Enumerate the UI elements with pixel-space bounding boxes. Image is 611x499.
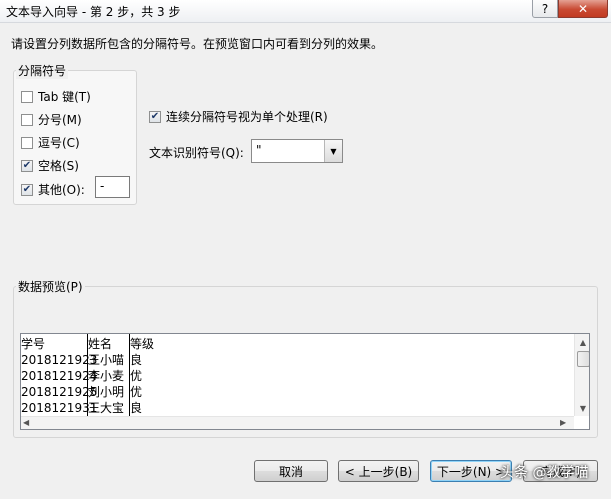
other-delimiter-label: 其他(O): xyxy=(38,183,85,197)
preview-column: 姓名 王小喵 李小麦 刘小明 王大宝 xyxy=(88,336,124,416)
scroll-right-arrow-icon[interactable]: ▶ xyxy=(560,418,566,427)
preview-cell: 良 xyxy=(130,353,143,367)
consecutive-delimiters-label: 连续分隔符号视为单个处理(R) xyxy=(166,110,328,124)
scroll-left-arrow-icon[interactable]: ◀ xyxy=(23,418,29,427)
help-button[interactable]: ? xyxy=(532,0,558,18)
preview-cell: 王小喵 xyxy=(88,353,125,367)
preview-header-cell: 等级 xyxy=(130,337,155,351)
preview-column: 学号 2018121923 2018121924 2018121925 2018… xyxy=(21,336,97,416)
text-qualifier-value: " xyxy=(256,143,262,157)
preview-group-legend: 数据预览(P) xyxy=(16,278,85,295)
back-button[interactable]: < 上一步(B) xyxy=(338,460,419,482)
text-qualifier-select[interactable]: " ▼ xyxy=(251,139,343,163)
delimiter-group-legend: 分隔符号 xyxy=(16,62,69,79)
close-button[interactable]: ✕ xyxy=(558,0,608,18)
semicolon-delimiter-option[interactable]: 分号(M) xyxy=(21,111,82,128)
text-qualifier-label: 文本识别符号(Q): xyxy=(149,146,244,160)
other-delimiter-checkbox[interactable]: ✔ xyxy=(21,183,33,196)
title-bar: 文本导入向导 - 第 2 步，共 3 步 xyxy=(0,0,611,23)
data-preview[interactable]: 学号 2018121923 2018121924 2018121925 2018… xyxy=(20,333,590,430)
preview-column: 等级 良 优 优 良 xyxy=(130,336,154,416)
preview-cell: 良 xyxy=(130,401,143,415)
horizontal-scrollbar[interactable]: ◀ ▶ xyxy=(21,416,574,429)
preview-cell: 优 xyxy=(130,369,143,383)
preview-header-cell: 学号 xyxy=(21,337,46,351)
tab-delimiter-option[interactable]: Tab 键(T) xyxy=(21,88,91,105)
window-title: 文本导入向导 - 第 2 步，共 3 步 xyxy=(6,5,181,19)
preview-header-cell: 姓名 xyxy=(88,337,113,351)
semicolon-delimiter-checkbox[interactable] xyxy=(21,113,33,126)
comma-delimiter-checkbox[interactable] xyxy=(21,136,33,149)
semicolon-delimiter-label: 分号(M) xyxy=(38,113,82,127)
space-delimiter-option[interactable]: ✔ 空格(S) xyxy=(21,157,79,174)
consecutive-delimiters-option[interactable]: ✔ 连续分隔符号视为单个处理(R) xyxy=(149,108,328,125)
tab-delimiter-label: Tab 键(T) xyxy=(38,90,91,104)
preview-cell: 2018121924 xyxy=(21,369,98,383)
preview-cell: 优 xyxy=(130,385,143,399)
space-delimiter-label: 空格(S) xyxy=(38,159,79,173)
chevron-down-icon[interactable]: ▼ xyxy=(324,140,342,162)
tab-delimiter-checkbox[interactable] xyxy=(21,90,33,103)
preview-cell: 刘小明 xyxy=(88,385,125,399)
preview-cell: 王大宝 xyxy=(88,401,125,415)
scroll-down-arrow-icon[interactable]: ▼ xyxy=(575,400,589,416)
other-delimiter-option[interactable]: ✔ 其他(O): xyxy=(21,181,85,198)
scroll-thumb[interactable] xyxy=(577,351,589,367)
comma-delimiter-option[interactable]: 逗号(C) xyxy=(21,134,80,151)
other-delimiter-input[interactable]: - xyxy=(95,176,130,198)
vertical-scrollbar[interactable]: ▲ ▼ xyxy=(574,334,589,416)
cancel-button[interactable]: 取消 xyxy=(254,460,328,482)
preview-cell: 2018121931 xyxy=(21,401,98,415)
preview-cell: 李小麦 xyxy=(88,369,125,383)
scroll-up-arrow-icon[interactable]: ▲ xyxy=(575,334,589,350)
preview-cell: 2018121925 xyxy=(21,385,98,399)
preview-cell: 2018121923 xyxy=(21,353,98,367)
instruction-text: 请设置分列数据所包含的分隔符号。在预览窗口内可看到分列的效果。 xyxy=(11,37,384,51)
space-delimiter-checkbox[interactable]: ✔ xyxy=(21,159,33,172)
comma-delimiter-label: 逗号(C) xyxy=(38,136,80,150)
watermark: 头条 @教学喵 xyxy=(500,465,589,481)
consecutive-delimiters-checkbox[interactable]: ✔ xyxy=(149,110,161,123)
